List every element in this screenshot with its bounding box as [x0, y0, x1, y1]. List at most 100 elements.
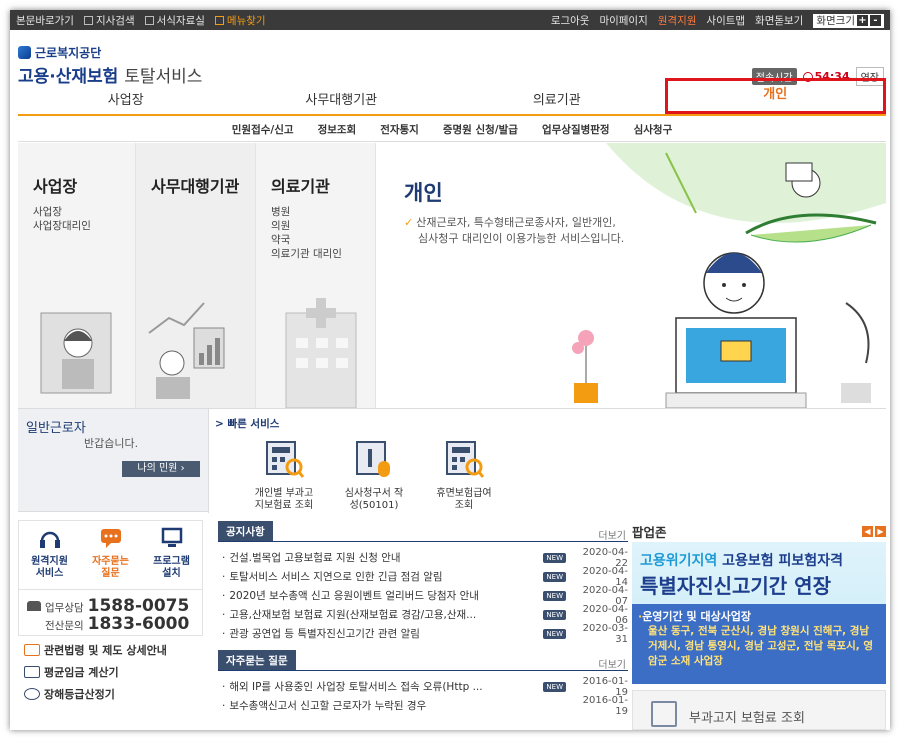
screen-magnifier-link[interactable]: 화면돋보기	[755, 13, 803, 28]
popup-banner[interactable]: 고용위기지역 고용보험 피보험자격 특별자진신고기간 연장 ·운영기간 및 대상…	[632, 542, 886, 684]
hero-business-agent-item[interactable]: 사업장대리인	[33, 219, 135, 233]
notice-title: 고용,산재보험 보험료 지원(산재보험료 경감/고용,산재...	[218, 607, 539, 622]
popup-next-button[interactable]: ▶	[875, 525, 886, 537]
font-size-control: 화면크기 + -	[813, 13, 884, 28]
popup-prev-button[interactable]: ◀	[862, 525, 873, 537]
popup-line1b: 고용보험 피보험자격	[722, 553, 843, 569]
nav-tab-medical[interactable]: 의료기관	[449, 90, 665, 114]
sitemap-link[interactable]: 사이트맵	[706, 13, 745, 28]
hero-col-business[interactable]: 사업장 사업장 사업장대리인	[18, 143, 136, 408]
mypage-link[interactable]: 마이페이지	[599, 13, 647, 28]
nav-tab-business[interactable]: 사업장	[18, 90, 234, 114]
new-badge: NEW	[543, 590, 566, 601]
quick-item-label: 성(50101)	[349, 500, 399, 511]
menu-finder-label: 메뉴찾기	[226, 15, 266, 27]
hero-medical-pharmacy[interactable]: 약국	[271, 233, 375, 247]
notice-tab[interactable]: 공지사항	[218, 520, 273, 541]
premium-lookup-label: 부과고지 보험료 조회	[689, 711, 805, 726]
calculator-search-icon	[446, 441, 485, 478]
new-badge: NEW	[543, 571, 566, 582]
wage-calculator-link[interactable]: 평균임금 계산기	[24, 664, 203, 680]
faq-date: 2016-01-19	[582, 694, 628, 717]
faq-tab[interactable]: 자주묻는 질문	[218, 649, 296, 670]
new-badge: NEW	[543, 609, 566, 620]
hero-business-item[interactable]: 사업장	[33, 205, 135, 219]
list-item[interactable]: 2020년 보수총액 신고 응원이벤트 얼리버드 당첨자 안내NEW2020-0…	[218, 585, 628, 607]
quick-item-review-form[interactable]: 심사청구서 작 성(50101)	[329, 439, 419, 512]
new-badge: NEW	[543, 628, 566, 639]
hospital-illustration	[285, 298, 357, 408]
popup-subtitle: 운영기간 및 대상사업장	[642, 610, 752, 623]
list-item[interactable]: 관광 공연업 등 특별자진신고기간 관련 알림 NEW 2020-03-31	[218, 622, 628, 645]
subnav-e-notice[interactable]: 전자통지	[380, 118, 419, 141]
check-icon: ✓	[404, 216, 414, 229]
skip-to-content-link[interactable]: 본문바로가기	[16, 13, 74, 28]
font-size-plus-button[interactable]: +	[857, 15, 868, 26]
quick-services: > 빠른 서비스 개인별 부과고 지보험료 조회 심사청구서 작 성(50101…	[208, 409, 886, 513]
popup-headline: 특별자진신고기간 연장	[640, 574, 831, 598]
font-size-minus-button[interactable]: -	[870, 15, 881, 26]
list-item[interactable]: 고용,산재보험 보험료 지원(산재보험료 경감/고용,산재...NEW2020-…	[218, 604, 628, 626]
quick-item-premium-lookup[interactable]: 개인별 부과고 지보험료 조회	[239, 439, 329, 512]
faq-more-link[interactable]: 더보기	[598, 648, 626, 671]
hero-medical-clinic[interactable]: 의원	[271, 219, 375, 233]
subnav-review-request[interactable]: 심사청구	[634, 118, 673, 141]
phone-number: 1588-0075	[87, 596, 190, 616]
hero-medical-hospital[interactable]: 병원	[271, 205, 375, 219]
notice-more-link[interactable]: 더보기	[598, 519, 626, 542]
disability-grade-link[interactable]: 장해등급산정기	[24, 686, 203, 702]
hero-col-medical[interactable]: 의료기관 병원 의원 약국 의료기관 대리인	[256, 143, 376, 408]
quick-item-label: 심사청구서 작	[344, 488, 404, 499]
notice-date: 2020-03-31	[582, 622, 628, 645]
branch-search-link[interactable]: 지사검색	[83, 13, 135, 28]
hero-col-business-title: 사업장	[33, 177, 78, 196]
hero-medical-agent[interactable]: 의료기관 대리인	[271, 247, 375, 261]
hero-panel: 사업장 사업장 사업장대리인 사무대행기관 의료기관 병원 의원 약국 의료기관…	[18, 143, 886, 408]
calculator-search-icon	[266, 441, 305, 478]
branch-search-label: 지사검색	[95, 15, 135, 27]
subnav-info-lookup[interactable]: 정보조회	[318, 118, 357, 141]
list-item[interactable]: 토탈서비스 서비스 지연으로 인한 긴급 점검 알림NEW2020-04-14	[218, 566, 628, 588]
form-mouse-icon	[356, 441, 390, 477]
link-label: 설치	[162, 568, 181, 579]
nav-tab-agency[interactable]: 사무대행기관	[234, 90, 450, 114]
forms-library-link[interactable]: 서식자료실	[144, 13, 205, 28]
logout-link[interactable]: 로그아웃	[551, 13, 590, 28]
bottom-section: 원격지원 서비스 자주묻는 질문 프로그램 설치 업무상담 1588-0075 전…	[18, 520, 886, 730]
remote-support-link[interactable]: 원격지원	[658, 13, 697, 28]
document-icon	[651, 701, 677, 727]
list-item[interactable]: 보수총액신고서 신고할 근로자가 누락된 경우 2016-01-19	[218, 694, 628, 717]
quick-item-dormant-benefit[interactable]: 휴면보험급여 조회	[419, 439, 509, 512]
popup-line1a: 고용위기지역	[640, 553, 718, 569]
subnav-occupational-disease[interactable]: 업무상질병판정	[542, 118, 610, 141]
my-complaints-button[interactable]: 나의 민원 ›	[122, 461, 200, 477]
subnav-complaint[interactable]: 민원접수/신고	[232, 118, 294, 141]
worker-panel: 일반근로자 반갑습니다. 나의 민원 ›	[18, 409, 205, 513]
popup-zone: 팝업존 ◀ ▶ 고용위기지역 고용보험 피보험자격 특별자진신고기간 연장 ·운영…	[632, 520, 886, 730]
subnav-certificate[interactable]: 증명원 신청/발급	[443, 118, 518, 141]
chat-icon	[100, 529, 121, 548]
quick-item-label: 휴면보험급여	[436, 488, 492, 499]
new-badge: NEW	[543, 681, 566, 692]
notice-title: 건설.벌목업 고용보험료 지원 신청 안내	[218, 550, 539, 565]
site-logo[interactable]: 근로복지공단 고용·산재보험 토탈서비스	[18, 44, 202, 87]
service-bold: 고용·산재보험	[18, 67, 119, 87]
hero-col-individual[interactable]: 개인 ✓ 산재근로자, 특수형태근로종사자, 일반개인, 심사청구 대리인이 이용…	[376, 143, 886, 408]
law-guide-link[interactable]: 관련법령 및 제도 상세안내	[24, 642, 203, 658]
premium-lookup-banner[interactable]: 부과고지 보험료 조회	[632, 690, 886, 730]
list-item[interactable]: 해외 IP를 사용중인 사업장 토탈서비스 접속 오류(Http ...NEW2…	[218, 676, 628, 698]
quick-item-label: 조회	[454, 500, 474, 511]
quick-item-label: 개인별 부과고	[254, 488, 314, 499]
faq-link[interactable]: 자주묻는 질문	[83, 527, 139, 589]
worker-greeting: 반갑습니다.	[84, 437, 139, 450]
link-label: 서비스	[35, 568, 64, 579]
menu-finder-link[interactable]: 메뉴찾기	[214, 13, 266, 28]
misc-link-label: 장해등급산정기	[44, 688, 115, 701]
program-install-link[interactable]: 프로그램 설치	[144, 527, 200, 589]
remote-support-service-link[interactable]: 원격지원 서비스	[22, 527, 78, 589]
list-item[interactable]: 건설.벌목업 고용보험료 지원 신청 안내NEW2020-04-22	[218, 547, 628, 569]
link-label: 자주묻는	[92, 556, 129, 567]
nav-tab-individual[interactable]: 개인	[664, 78, 886, 114]
faq-title: 보수총액신고서 신고할 근로자가 누락된 경우	[218, 698, 538, 713]
hero-col-agency[interactable]: 사무대행기관	[136, 143, 256, 408]
